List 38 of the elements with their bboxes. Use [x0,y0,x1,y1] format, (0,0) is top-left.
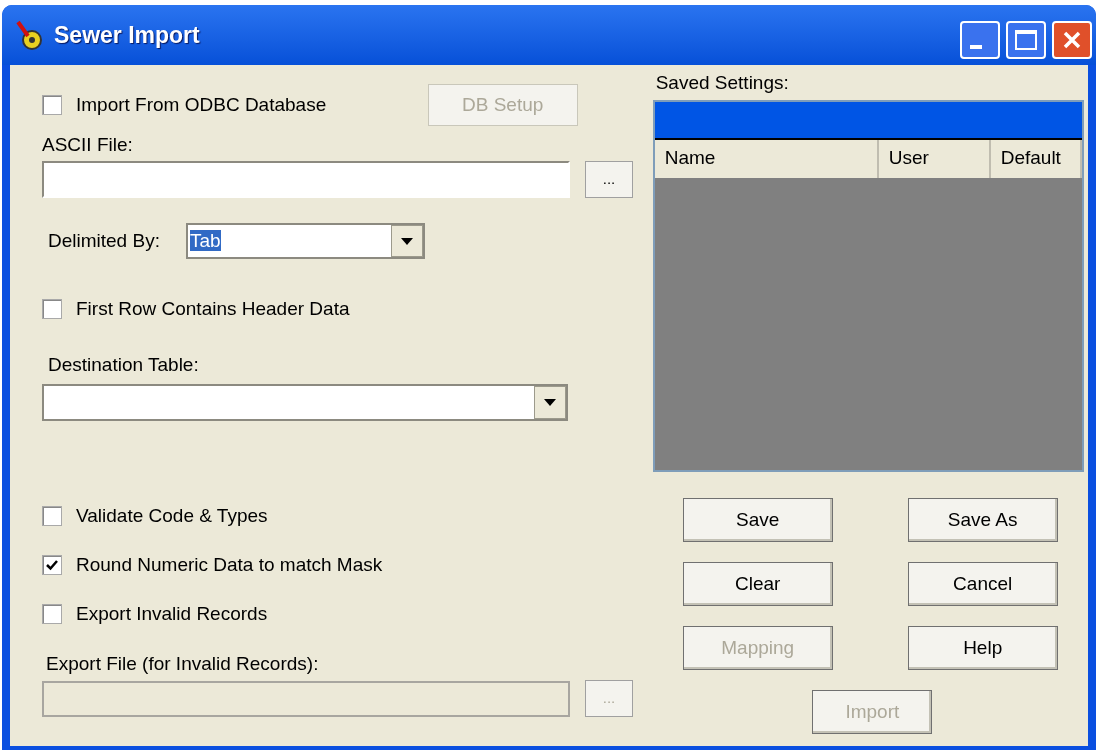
dialog-button[interactable]: Save As [907,498,1058,542]
column-header[interactable]: User [878,140,991,178]
browse-button[interactable]: ... [585,161,633,198]
window-title: Sewer Import [54,20,200,50]
column-header[interactable]: Name [654,140,879,178]
saved-settings-list[interactable]: Name User Default [652,100,1084,472]
checkbox[interactable] [42,95,62,115]
maximize-button[interactable] [1006,21,1046,59]
caret-icon [544,399,556,406]
dropdown-button[interactable] [391,225,423,257]
dropdown-value: Tab [190,229,221,251]
delimiter-dropdown[interactable]: Tab [186,223,425,259]
close-icon [1062,30,1082,50]
dialog-button[interactable]: Help [907,626,1058,670]
dialog-button[interactable]: Cancel [907,562,1058,606]
field-label: Destination Table: [47,353,200,374]
ascii-file-field[interactable] [42,161,570,198]
checkbox-label: Round Numeric Data to match Mask [76,552,383,577]
field-label: Delimited By: [47,228,161,253]
checkbox[interactable] [42,506,62,526]
dialog-button[interactable]: Save [682,498,833,542]
checkbox-label: Export Invalid Records [76,601,268,626]
checkbox-label: Validate Code & Types [76,503,268,528]
column-header[interactable]: Default [990,140,1082,178]
close-button[interactable] [1052,21,1092,59]
checkbox[interactable] [42,299,62,319]
minimize-button[interactable] [960,21,1000,59]
field-label: ASCII File: [42,134,134,156]
checkbox[interactable] [42,555,62,575]
saved-settings-label: Saved Settings: [654,72,790,94]
checkbox[interactable] [42,604,62,624]
dropdown-button[interactable] [534,386,566,419]
checkbox-label: First Row Contains Header Data [76,296,350,321]
checkmark-icon [45,558,59,572]
field-label: Export File (for Invalid Records): [45,652,320,673]
checkbox-label: Import From ODBC Database [76,92,327,117]
dialog-button[interactable]: Clear [682,562,833,606]
caret-icon [401,237,413,245]
